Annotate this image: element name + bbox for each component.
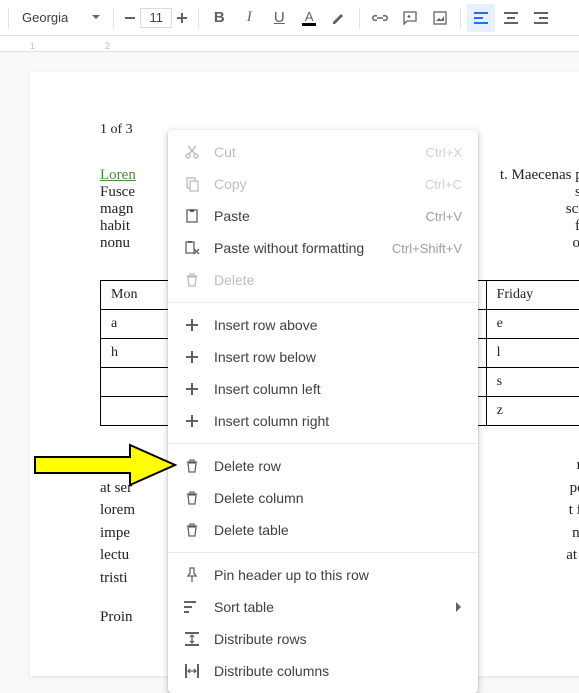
menu-label: Insert row below bbox=[214, 349, 462, 365]
menu-insert-column-left[interactable]: Insert column left bbox=[168, 373, 478, 405]
menu-label: Sort table bbox=[214, 599, 456, 615]
font-family-select[interactable]: Georgia bbox=[15, 6, 107, 30]
menu-delete-table[interactable]: Delete table bbox=[168, 514, 478, 546]
body-text: t. Maecenas po bbox=[500, 167, 579, 183]
menu-delete-row[interactable]: Delete row bbox=[168, 450, 478, 482]
trash-icon bbox=[180, 522, 204, 538]
insert-link-button[interactable] bbox=[366, 4, 394, 32]
menu-shortcut: Ctrl+X bbox=[426, 145, 462, 160]
menu-pin-header[interactable]: Pin header up to this row bbox=[168, 559, 478, 591]
menu-shortcut: Ctrl+Shift+V bbox=[392, 241, 462, 256]
context-menu: Cut Ctrl+X Copy Ctrl+C Paste Ctrl+V Past… bbox=[168, 130, 478, 693]
plus-icon bbox=[180, 319, 204, 331]
chevron-right-icon bbox=[456, 602, 462, 612]
menu-label: Insert column right bbox=[214, 413, 462, 429]
font-family-value: Georgia bbox=[22, 10, 68, 25]
menu-label: Delete table bbox=[214, 522, 462, 538]
document-link[interactable]: Loren bbox=[100, 167, 136, 183]
menu-delete-column[interactable]: Delete column bbox=[168, 482, 478, 514]
table-header[interactable]: Friday bbox=[486, 281, 579, 310]
menu-paste[interactable]: Paste Ctrl+V bbox=[168, 200, 478, 232]
menu-label: Cut bbox=[214, 144, 426, 160]
underline-button[interactable]: U bbox=[265, 4, 293, 32]
menu-label: Delete column bbox=[214, 490, 462, 506]
ruler-mark: 1 bbox=[30, 41, 35, 51]
plus-icon bbox=[180, 383, 204, 395]
copy-icon bbox=[180, 176, 204, 192]
font-size-control: 11 bbox=[120, 6, 192, 30]
align-left-button[interactable] bbox=[467, 4, 495, 32]
distribute-rows-icon bbox=[180, 632, 204, 646]
menu-copy: Copy Ctrl+C bbox=[168, 168, 478, 200]
dropdown-icon bbox=[92, 15, 100, 20]
menu-cut: Cut Ctrl+X bbox=[168, 136, 478, 168]
menu-label: Distribute rows bbox=[214, 631, 462, 647]
menu-label: Delete bbox=[214, 272, 462, 288]
font-size-increase[interactable] bbox=[172, 6, 192, 30]
menu-delete: Delete bbox=[168, 264, 478, 296]
toolbar: Georgia 11 B I U A bbox=[0, 0, 579, 36]
menu-label: Copy bbox=[214, 176, 425, 192]
menu-insert-row-above[interactable]: Insert row above bbox=[168, 309, 478, 341]
menu-insert-column-right[interactable]: Insert column right bbox=[168, 405, 478, 437]
trash-icon bbox=[180, 458, 204, 474]
menu-insert-row-below[interactable]: Insert row below bbox=[168, 341, 478, 373]
menu-label: Insert column left bbox=[214, 381, 462, 397]
menu-label: Delete row bbox=[214, 458, 462, 474]
trash-icon bbox=[180, 490, 204, 506]
menu-shortcut: Ctrl+V bbox=[426, 209, 462, 224]
menu-label: Insert row above bbox=[214, 317, 462, 333]
ruler: 1 2 bbox=[0, 36, 579, 52]
menu-label: Paste without formatting bbox=[214, 240, 392, 256]
ruler-mark: 2 bbox=[105, 41, 110, 51]
distribute-columns-icon bbox=[180, 664, 204, 678]
menu-sort-table[interactable]: Sort table bbox=[168, 591, 478, 623]
menu-label: Distribute columns bbox=[214, 663, 462, 679]
highlight-button[interactable] bbox=[325, 4, 353, 32]
trash-icon bbox=[180, 272, 204, 288]
bold-button[interactable]: B bbox=[205, 4, 233, 32]
paste-icon bbox=[180, 208, 204, 224]
add-comment-button[interactable] bbox=[396, 4, 424, 32]
font-size-value[interactable]: 11 bbox=[140, 8, 172, 28]
align-right-button[interactable] bbox=[527, 4, 555, 32]
text-color-button[interactable]: A bbox=[295, 4, 323, 32]
menu-distribute-columns[interactable]: Distribute columns bbox=[168, 655, 478, 687]
insert-image-button[interactable] bbox=[426, 4, 454, 32]
italic-button[interactable]: I bbox=[235, 4, 263, 32]
menu-label: Paste bbox=[214, 208, 426, 224]
sort-icon bbox=[180, 600, 204, 614]
plus-icon bbox=[180, 351, 204, 363]
cut-icon bbox=[180, 144, 204, 160]
menu-distribute-rows[interactable]: Distribute rows bbox=[168, 623, 478, 655]
menu-label: Pin header up to this row bbox=[214, 567, 462, 583]
align-center-button[interactable] bbox=[497, 4, 525, 32]
plus-icon bbox=[180, 415, 204, 427]
menu-shortcut: Ctrl+C bbox=[425, 177, 462, 192]
font-size-decrease[interactable] bbox=[120, 6, 140, 30]
paste-no-format-icon bbox=[180, 240, 204, 256]
menu-paste-no-formatting[interactable]: Paste without formatting Ctrl+Shift+V bbox=[168, 232, 478, 264]
pin-icon bbox=[180, 567, 204, 583]
